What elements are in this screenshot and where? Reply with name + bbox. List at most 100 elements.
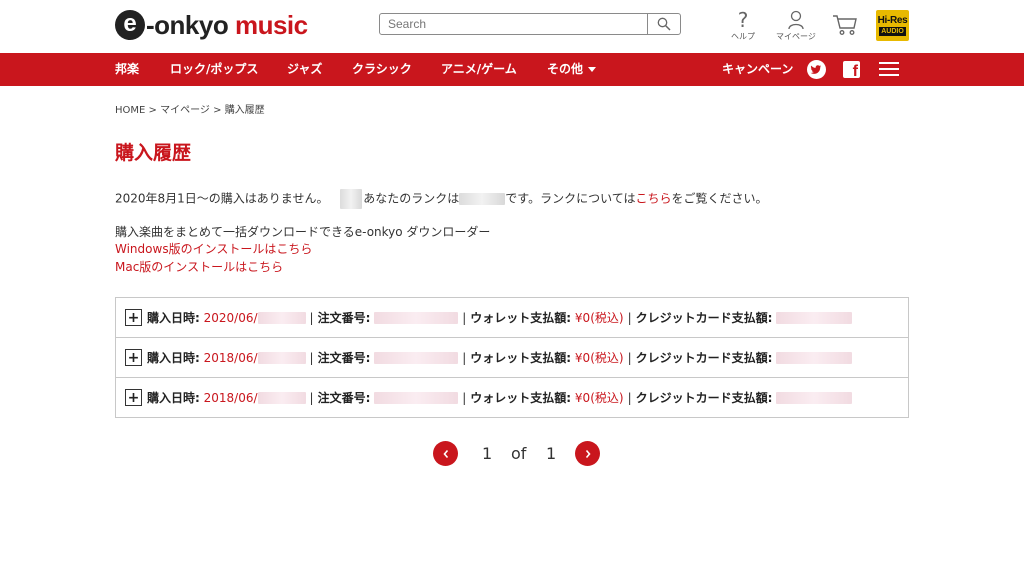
twitter-icon xyxy=(807,60,826,79)
order-row: + 購入日時: 2018/06/ | 注文番号: | ウォレット支払額: ¥0(… xyxy=(116,378,908,417)
order-no-label: 注文番号: xyxy=(317,351,371,365)
expand-icon[interactable]: + xyxy=(125,389,142,406)
breadcrumb: HOME > マイページ > 購入履歴 xyxy=(115,101,265,116)
order-no-label: 注文番号: xyxy=(317,391,371,405)
order-date: 2018/06/ xyxy=(203,350,258,365)
mypage-label: マイページ xyxy=(776,32,816,41)
prev-page-button[interactable] xyxy=(433,441,458,466)
rank-badge-redacted xyxy=(340,189,363,209)
no-purchase-text: 2020年8月1日～の購入はありません。 xyxy=(115,191,329,206)
rank-end: をご覧ください。 xyxy=(671,191,768,206)
divider: | xyxy=(627,350,632,365)
site-logo[interactable]: e -onkyo music xyxy=(115,9,308,41)
breadcrumb-mypage[interactable]: マイページ xyxy=(160,105,210,116)
nav-item-hogaku[interactable]: 邦楽 xyxy=(115,53,139,86)
card-label: クレジットカード支払額: xyxy=(635,351,773,365)
divider: | xyxy=(309,310,314,325)
pagination: 1 of 1 xyxy=(433,441,603,467)
order-no-redacted xyxy=(374,351,459,364)
divider: | xyxy=(627,310,632,325)
card-amount-redacted xyxy=(776,391,853,404)
wallet-label: ウォレット支払額: xyxy=(470,351,572,365)
nav-item-rock-pops[interactable]: ロック/ポップス xyxy=(170,53,258,86)
order-date-label: 購入日時: xyxy=(147,391,200,405)
nav-item-jazz[interactable]: ジャズ xyxy=(287,53,322,86)
order-date: 2018/06/ xyxy=(203,390,258,405)
search-input[interactable] xyxy=(380,14,647,34)
search-icon xyxy=(657,17,671,31)
breadcrumb-home[interactable]: HOME xyxy=(115,105,145,116)
logo-mark: e xyxy=(115,10,145,40)
search-box xyxy=(379,13,681,35)
menu-bar xyxy=(879,62,899,64)
rank-info-link[interactable]: こちら xyxy=(636,192,672,206)
hires-line1: Hi-Res xyxy=(877,15,908,26)
facebook-link[interactable]: f xyxy=(843,61,860,80)
windows-install-link[interactable]: Windows版のインストールはこちら xyxy=(115,240,312,257)
main-nav: 邦楽 ロック/ポップス ジャズ クラシック アニメ/ゲーム その他 キャンペーン… xyxy=(0,53,1024,86)
divider: | xyxy=(462,310,467,325)
order-date: 2020/06/ xyxy=(203,310,258,325)
order-no-redacted xyxy=(374,311,459,324)
page-of: of xyxy=(511,444,527,463)
order-date-redacted xyxy=(257,391,306,404)
card-label: クレジットカード支払額: xyxy=(635,391,773,405)
wallet-label: ウォレット支払額: xyxy=(470,311,572,325)
chevron-right-icon xyxy=(585,449,591,458)
divider: | xyxy=(309,350,314,365)
cart-icon xyxy=(833,15,857,35)
order-no-redacted xyxy=(374,391,459,404)
cart-link[interactable] xyxy=(832,14,858,36)
divider: | xyxy=(462,350,467,365)
nav-item-others[interactable]: その他 xyxy=(547,53,597,86)
next-page-button[interactable] xyxy=(575,441,600,466)
wallet-amount: ¥0(税込) xyxy=(574,391,624,405)
logo-text: -onkyo music xyxy=(146,10,308,41)
help-label: ヘルプ xyxy=(731,32,755,41)
rank-value-redacted xyxy=(459,193,506,205)
menu-bar xyxy=(879,74,899,76)
nav-item-campaign[interactable]: キャンペーン xyxy=(722,53,793,86)
nav-item-anime-game[interactable]: アニメ/ゲーム xyxy=(441,53,517,86)
wallet-amount: ¥0(税込) xyxy=(574,311,624,325)
rank-notice: 2020年8月1日～の購入はありません。 あなたのランクは です。ランクについては… xyxy=(115,189,768,209)
menu-bar xyxy=(879,68,899,70)
divider: | xyxy=(309,390,314,405)
breadcrumb-separator: > xyxy=(213,105,222,116)
wallet-amount: ¥0(税込) xyxy=(574,351,624,365)
mac-install-link[interactable]: Mac版のインストールはこちら xyxy=(115,258,283,275)
order-no-label: 注文番号: xyxy=(317,311,371,325)
rank-suffix: です。ランクについては xyxy=(505,191,636,206)
card-amount-redacted xyxy=(776,311,853,324)
logo-text-dark: -onkyo xyxy=(146,9,235,40)
hires-line2: AUDIO xyxy=(879,27,906,36)
breadcrumb-current: 購入履歴 xyxy=(224,105,265,116)
wallet-label: ウォレット支払額: xyxy=(470,391,572,405)
total-pages: 1 xyxy=(546,444,557,463)
facebook-icon: f xyxy=(852,63,858,80)
search-button[interactable] xyxy=(647,14,680,34)
hires-audio-logo[interactable]: Hi-Res AUDIO xyxy=(876,10,909,41)
card-label: クレジットカード支払額: xyxy=(635,311,773,325)
order-date-redacted xyxy=(257,311,306,324)
twitter-link[interactable] xyxy=(807,60,826,79)
help-icon: ? xyxy=(737,8,749,32)
nav-item-classic[interactable]: クラシック xyxy=(352,53,412,86)
order-list: + 購入日時: 2020/06/ | 注文番号: | ウォレット支払額: ¥0(… xyxy=(115,297,909,418)
expand-icon[interactable]: + xyxy=(125,349,142,366)
nav-item-others-label: その他 xyxy=(547,62,584,76)
menu-icon[interactable] xyxy=(879,62,899,76)
order-date-redacted xyxy=(257,351,306,364)
order-date-label: 購入日時: xyxy=(147,311,200,325)
mypage-link[interactable]: マイページ xyxy=(776,10,816,42)
page-title: 購入履歴 xyxy=(115,142,192,164)
logo-text-red: music xyxy=(234,9,308,40)
order-row: + 購入日時: 2020/06/ | 注文番号: | ウォレット支払額: ¥0(… xyxy=(116,298,908,338)
site-header: e -onkyo music ? ヘルプ マイページ Hi-Res AUDIO xyxy=(0,0,1024,53)
expand-icon[interactable]: + xyxy=(125,309,142,326)
current-page: 1 xyxy=(482,444,493,463)
breadcrumb-separator: > xyxy=(148,105,157,116)
help-link[interactable]: ? ヘルプ xyxy=(731,10,755,42)
divider: | xyxy=(627,390,632,405)
rank-prefix: あなたのランクは xyxy=(363,191,460,206)
